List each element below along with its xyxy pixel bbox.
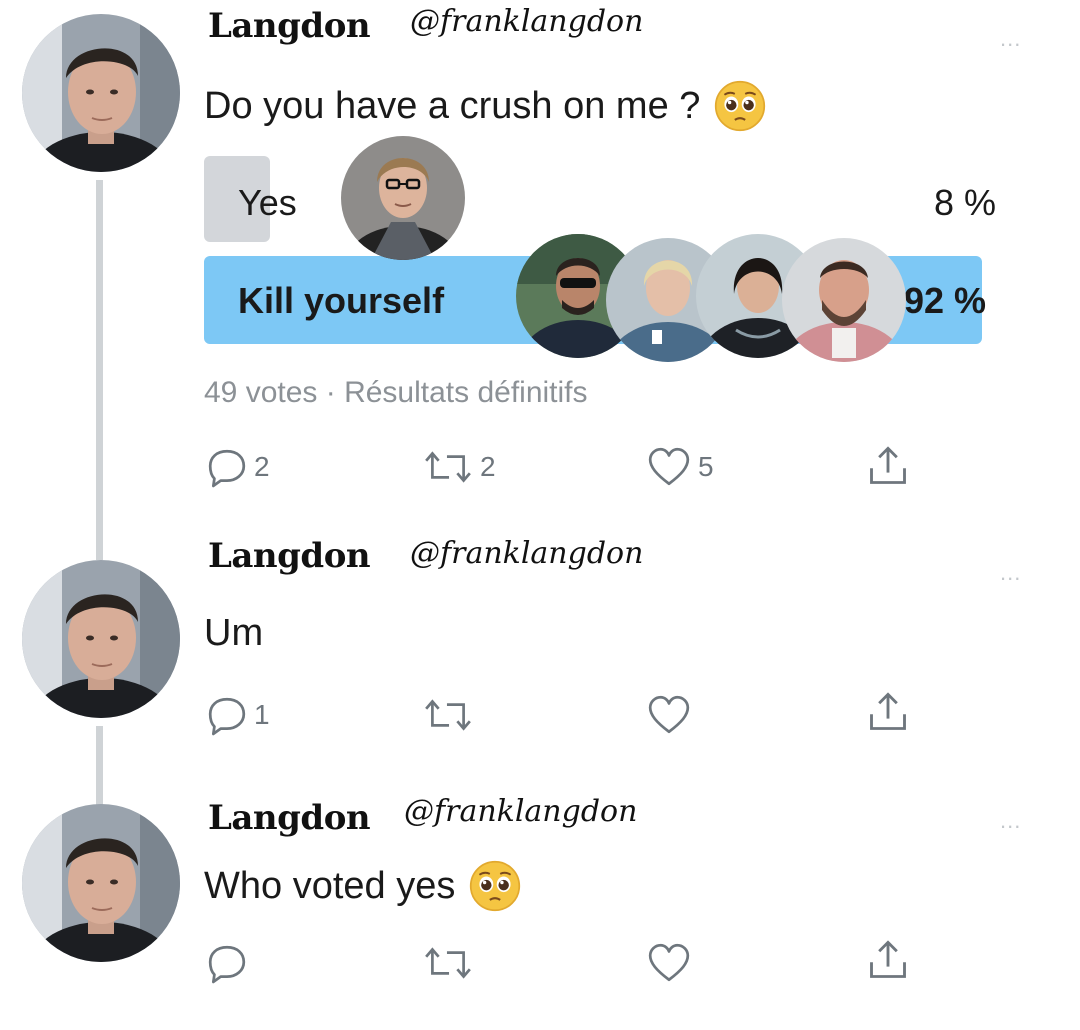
reply-icon <box>206 942 248 984</box>
avatar[interactable] <box>22 14 180 172</box>
share-button[interactable] <box>866 938 910 982</box>
tweet-text-content: Um <box>204 612 264 654</box>
retweet-button[interactable] <box>422 694 474 736</box>
tweet-text-content: Do you have a crush on me ? <box>204 84 701 127</box>
retweet-button[interactable]: 2 <box>422 446 496 488</box>
avatar[interactable] <box>22 804 180 962</box>
share-button[interactable] <box>866 690 910 734</box>
retweet-count: 2 <box>480 451 496 482</box>
share-icon <box>866 444 910 488</box>
thread-line-1 <box>96 180 103 560</box>
reply-icon <box>206 446 248 488</box>
share-icon <box>866 690 910 734</box>
reply-button[interactable] <box>206 942 248 984</box>
more-icon[interactable]: ... <box>1000 26 1021 52</box>
poll-option-yes-percent: 8 % <box>934 182 997 223</box>
reply-button[interactable]: 1 <box>206 694 270 736</box>
poll-option-kill-percent: 92 % <box>904 280 987 321</box>
reply-count: 2 <box>254 451 270 482</box>
reply-icon <box>206 694 248 736</box>
retweet-icon <box>422 942 474 984</box>
voter-photo-yes <box>341 136 465 260</box>
reply-button[interactable]: 2 <box>206 446 270 488</box>
like-icon <box>646 694 692 736</box>
handle[interactable]: @franklangdon <box>404 794 637 829</box>
more-icon[interactable]: ... <box>1000 808 1021 834</box>
tweet-text: Um <box>204 612 263 655</box>
more-icon[interactable]: ... <box>1000 560 1021 586</box>
tweet-text-content: Who voted yes <box>204 864 456 907</box>
display-name[interactable]: Langdon <box>208 6 371 46</box>
thread-line-2 <box>96 726 103 806</box>
like-button[interactable]: 5 <box>646 446 714 488</box>
reply-count: 1 <box>254 699 270 730</box>
like-icon <box>646 942 692 984</box>
pleading-face-emoji <box>714 80 766 132</box>
like-button[interactable] <box>646 694 692 736</box>
like-button[interactable] <box>646 942 692 984</box>
poll-option-kill-label: Kill yourself <box>238 280 445 321</box>
display-name[interactable]: Langdon <box>208 798 371 838</box>
share-button[interactable] <box>866 444 910 488</box>
tweet-text: Do you have a crush on me ? <box>204 80 766 132</box>
tweet-text: Who voted yes <box>204 860 521 912</box>
handle[interactable]: @franklangdon <box>410 536 643 571</box>
handle[interactable]: @franklangdon <box>410 4 643 39</box>
like-icon <box>646 446 692 488</box>
retweet-icon <box>422 694 474 736</box>
voter-photo-4 <box>782 238 906 362</box>
retweet-button[interactable] <box>422 942 474 984</box>
retweet-icon <box>422 446 474 488</box>
pleading-face-emoji <box>469 860 521 912</box>
share-icon <box>866 938 910 982</box>
poll-option-yes-label: Yes <box>238 182 297 223</box>
avatar[interactable] <box>22 560 180 718</box>
like-count: 5 <box>698 451 714 482</box>
poll-summary: 49 votes · Résultats définitifs <box>204 376 588 409</box>
display-name[interactable]: Langdon <box>208 536 371 576</box>
